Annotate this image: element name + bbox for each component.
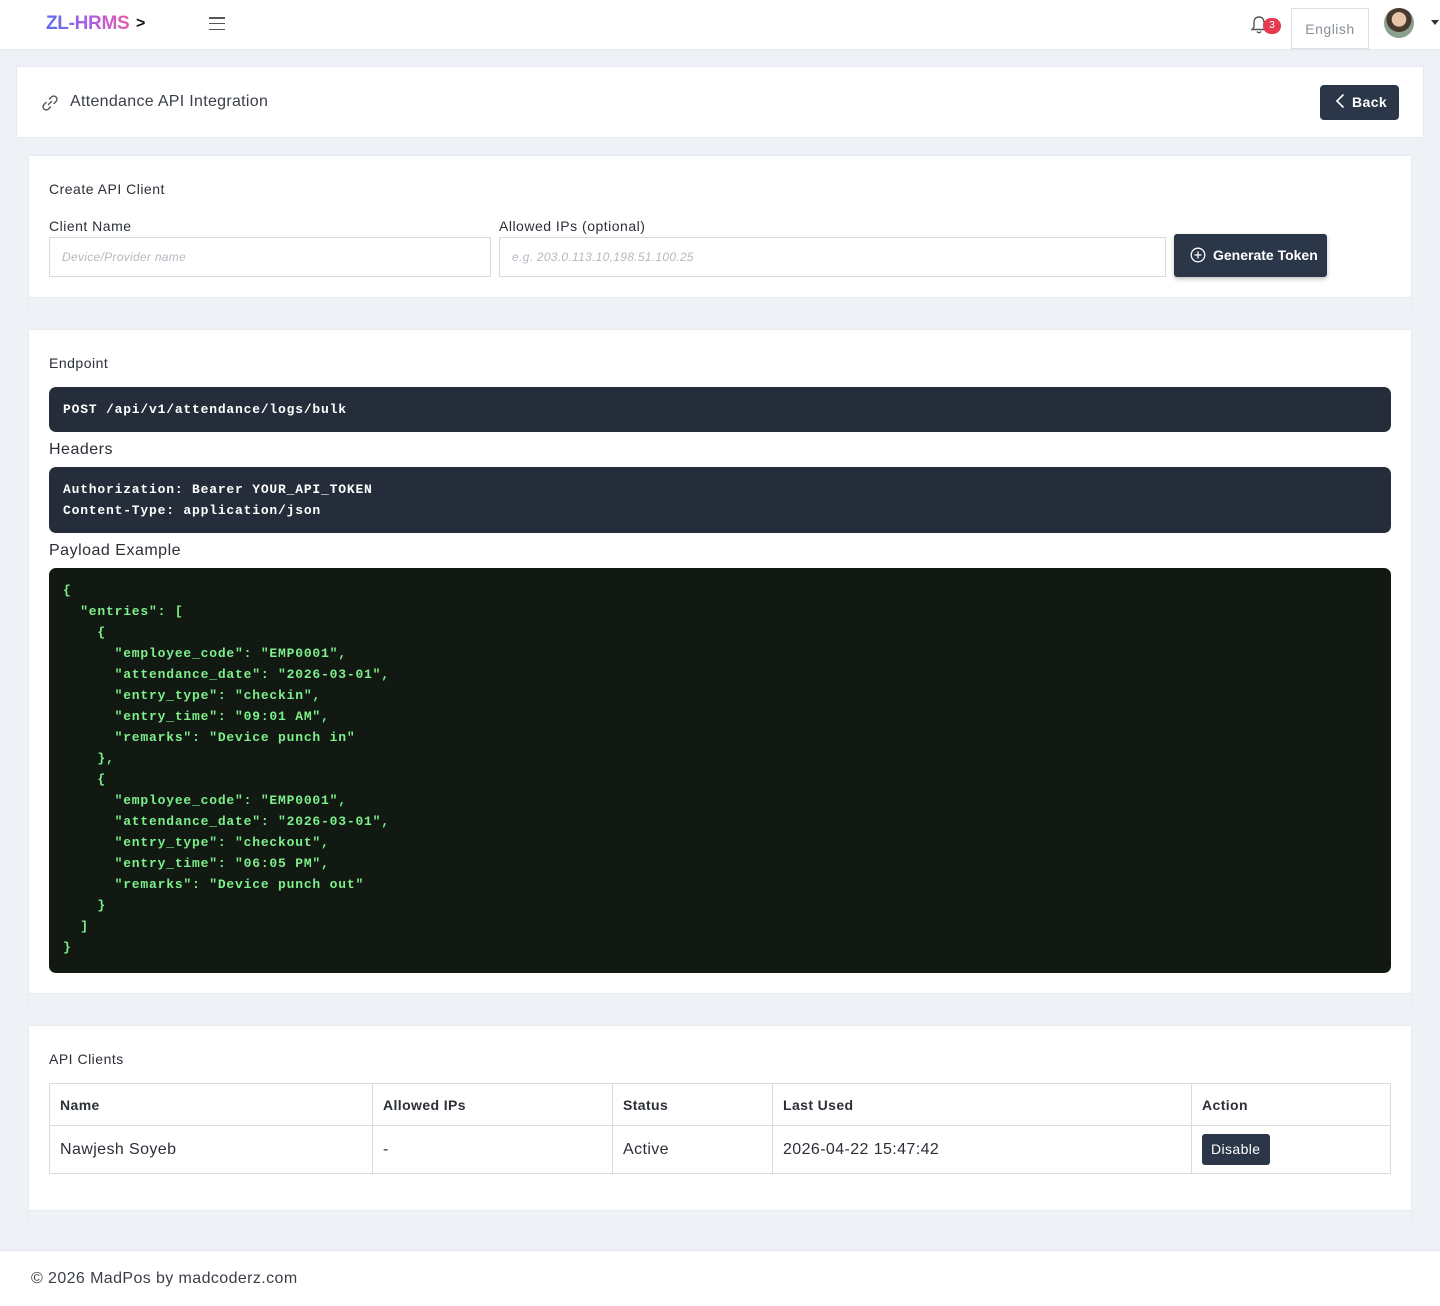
code-line: "employee_code": "EMP0001", — [63, 646, 347, 661]
notification-badge: 3 — [1263, 18, 1281, 34]
client-name-input[interactable] — [49, 237, 491, 277]
avatar[interactable] — [1384, 8, 1414, 38]
card-divider — [28, 298, 1412, 314]
table-header-row: Name Allowed IPs Status Last Used Action — [49, 1083, 1391, 1126]
code-line: { — [63, 772, 107, 787]
card-divider — [28, 1211, 1412, 1227]
code-line: "entry_time": "06:05 PM", — [63, 856, 330, 871]
code-line: { — [63, 625, 107, 640]
endpoint-text: POST /api/v1/attendance/logs/bulk — [63, 402, 347, 417]
brand-logo[interactable]: ZL-HRMS — [46, 13, 130, 35]
caret-down-icon[interactable] — [1431, 20, 1439, 25]
code-line: { — [63, 583, 72, 598]
code-line: "remarks": "Device punch in" — [63, 730, 356, 745]
api-docs-card: Endpoint POST /api/v1/attendance/logs/bu… — [28, 329, 1412, 994]
payload-heading: Payload Example — [49, 542, 182, 559]
column-header-status: Status — [612, 1083, 773, 1126]
client-allowed-ips-cell: - — [372, 1125, 613, 1174]
column-header-last-used: Last Used — [772, 1083, 1192, 1126]
column-header-allowed-ips: Allowed IPs — [372, 1083, 613, 1126]
code-line: "employee_code": "EMP0001", — [63, 793, 347, 808]
allowed-ips-input[interactable] — [499, 237, 1166, 277]
footer-copyright: © 2026 MadPos by madcoderz.com — [31, 1270, 298, 1287]
page-header: Attendance API Integration Back — [16, 66, 1424, 138]
code-line: ] — [63, 919, 89, 934]
column-header-action: Action — [1191, 1083, 1391, 1126]
code-line: } — [63, 940, 72, 955]
allowed-ips-label: Allowed IPs (optional) — [499, 218, 646, 234]
client-status-cell: Active — [612, 1125, 773, 1174]
code-line: "attendance_date": "2026-03-01", — [63, 667, 390, 682]
code-line: "entries": [ — [63, 604, 184, 619]
generate-token-label: Generate Token — [1213, 247, 1318, 263]
disable-button[interactable]: Disable — [1202, 1134, 1270, 1165]
code-line: }, — [63, 751, 115, 766]
top-navbar: ZL-HRMS > 3 English — [0, 0, 1440, 50]
headers-code-block: Authorization: Bearer YOUR_API_TOKEN Con… — [49, 467, 1391, 533]
language-selector[interactable]: English — [1291, 8, 1369, 49]
back-button-label: Back — [1352, 94, 1388, 110]
code-line: Authorization: Bearer YOUR_API_TOKEN — [63, 482, 373, 497]
client-name-label: Client Name — [49, 218, 132, 234]
headers-heading: Headers — [49, 441, 113, 458]
code-line: } — [63, 898, 107, 913]
generate-token-button[interactable]: Generate Token — [1174, 234, 1327, 277]
create-client-heading: Create API Client — [49, 181, 165, 197]
chevron-left-icon — [1335, 94, 1344, 108]
table-row: Nawjesh Soyeb - Active 2026-04-22 15:47:… — [49, 1125, 1391, 1174]
client-name-cell: Nawjesh Soyeb — [49, 1125, 373, 1174]
api-clients-heading: API Clients — [49, 1051, 124, 1067]
footer: © 2026 MadPos by madcoderz.com — [0, 1250, 1440, 1306]
column-header-name: Name — [49, 1083, 373, 1126]
client-last-used-cell: 2026-04-22 15:47:42 — [772, 1125, 1192, 1174]
code-line: "remarks": "Device punch out" — [63, 877, 365, 892]
code-line: "attendance_date": "2026-03-01", — [63, 814, 390, 829]
payload-code-block: { "entries": [ { "employee_code": "EMP00… — [49, 568, 1391, 973]
plus-circle-icon — [1190, 247, 1206, 263]
create-client-card: Create API Client Client Name Allowed IP… — [28, 155, 1412, 298]
link-icon — [42, 95, 58, 111]
api-clients-table: Name Allowed IPs Status Last Used Action… — [49, 1083, 1391, 1174]
client-action-cell: Disable — [1191, 1125, 1391, 1174]
code-line: "entry_type": "checkout", — [63, 835, 330, 850]
code-line: "entry_type": "checkin", — [63, 688, 322, 703]
endpoint-heading: Endpoint — [49, 355, 109, 371]
brand-caret: > — [136, 15, 146, 32]
back-button[interactable]: Back — [1320, 85, 1399, 120]
code-line: Content-Type: application/json — [63, 503, 322, 518]
api-clients-card: API Clients Name Allowed IPs Status Last… — [28, 1025, 1412, 1211]
code-line: "entry_time": "09:01 AM", — [63, 709, 330, 724]
card-divider — [28, 994, 1412, 1010]
page-title: Attendance API Integration — [70, 93, 269, 110]
endpoint-code-block: POST /api/v1/attendance/logs/bulk — [49, 387, 1391, 432]
menu-icon[interactable] — [209, 17, 225, 31]
